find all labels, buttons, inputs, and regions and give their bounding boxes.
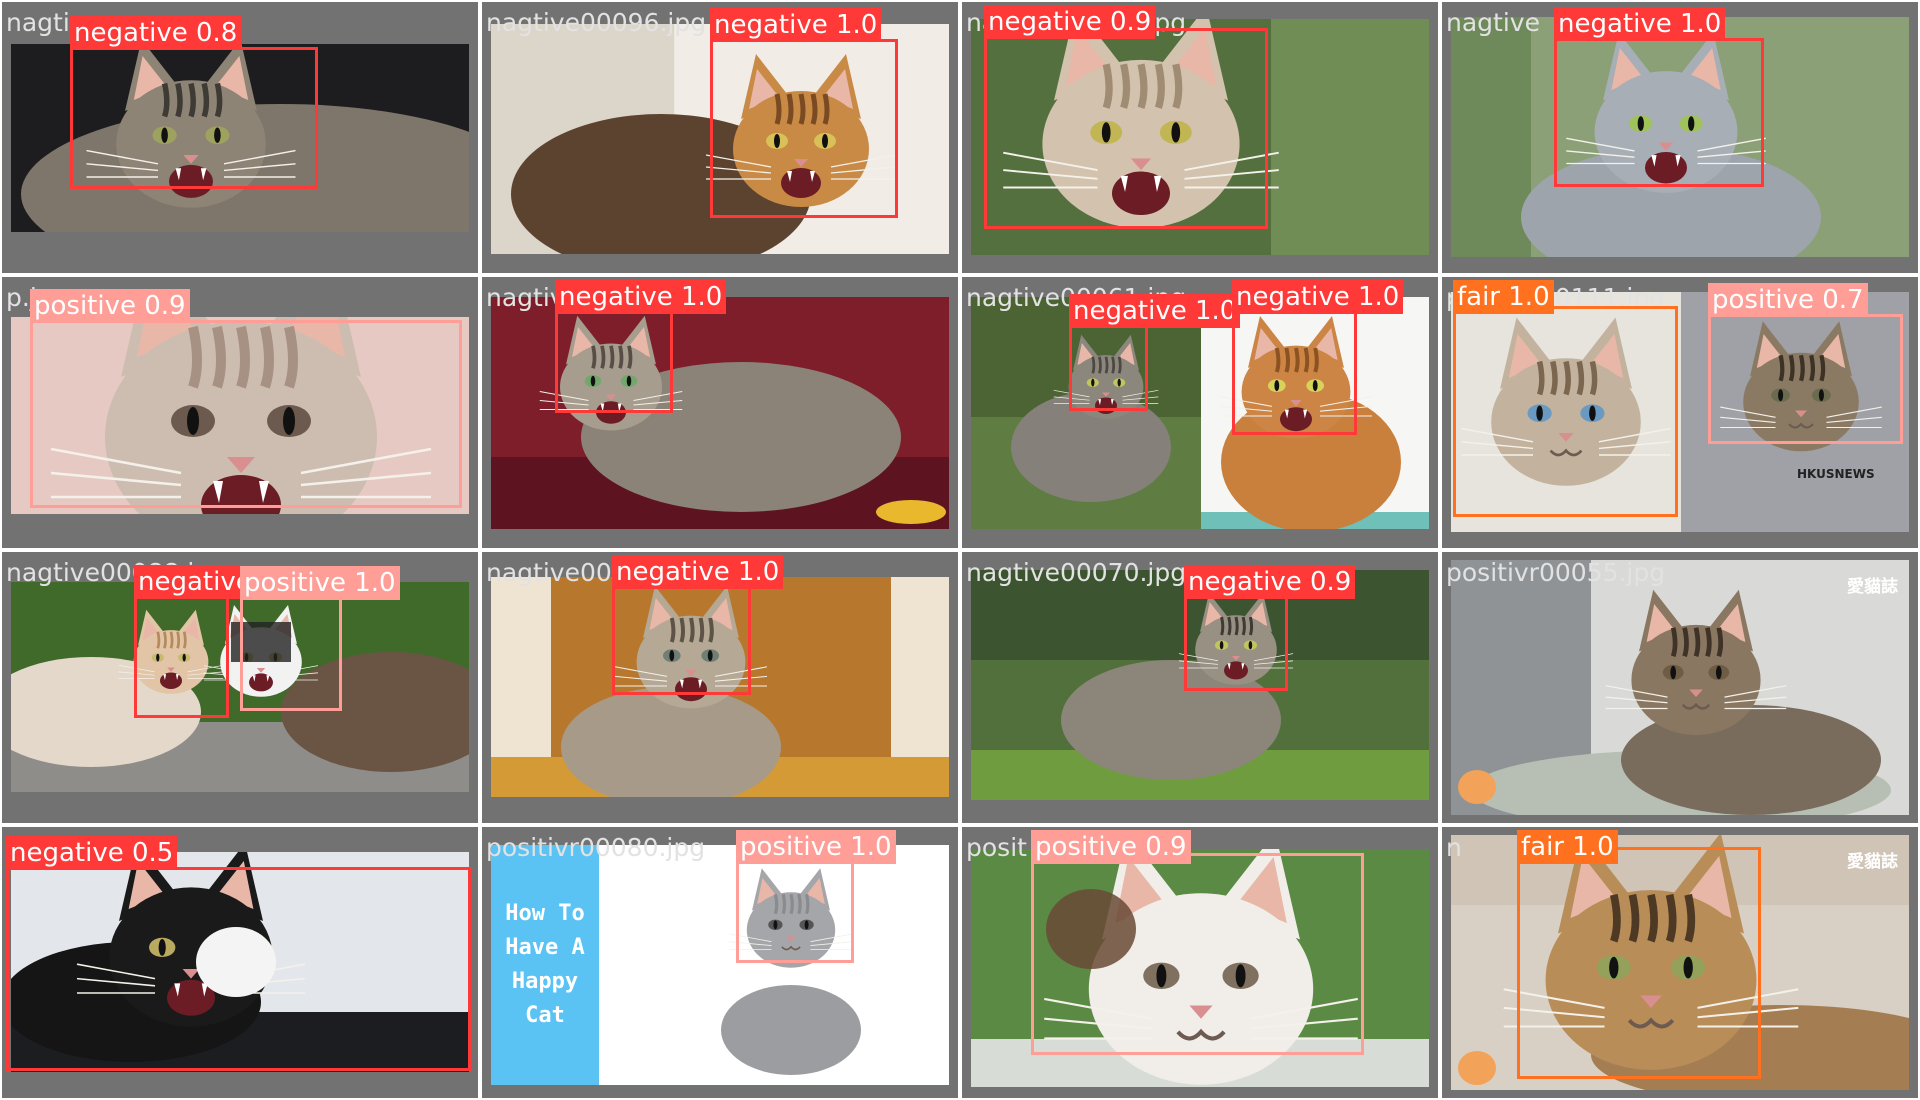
prediction-tile: nagtive00077.jpgnegative 0.9 [962, 2, 1438, 273]
detection-label: negative 1.0 [555, 280, 727, 314]
prediction-tile: nagtive negative 1.0 [1442, 2, 1918, 273]
detection-label: negative 0.9 [984, 5, 1156, 39]
prediction-tile: p.jpgpositive 0.9 [2, 277, 478, 548]
detection-label: positive 0.9 [1031, 830, 1191, 864]
prediction-tile: positivr00080.jpg How To Have A Happy Cat pos… [482, 827, 958, 1098]
tile-photo: How To Have A Happy Cat [491, 845, 949, 1085]
tile-filename: posit [966, 833, 1027, 862]
article-banner: How To Have A Happy Cat [491, 845, 599, 1085]
detection-box: negative 0.8 [70, 16, 318, 189]
cat-logo-icon [1458, 770, 1496, 804]
detection-box: fair 1.0 [1517, 830, 1761, 1079]
prediction-tile: nagtive00023.jpgnegative 1.0 [482, 277, 958, 548]
prediction-tile: positivr00111.jpg HKUSNEWS fair 1.0 positiv… [1442, 277, 1918, 548]
tile-filename: positivr00080.jpg [486, 833, 706, 862]
detection-box: negative 1.0 [1232, 280, 1404, 435]
detection-box: positive 1.0 [240, 566, 400, 711]
prediction-tile: posit positive 0.9 [962, 827, 1438, 1098]
detection-box: negative 0.9 [134, 565, 306, 718]
detection-label: negative 0.9 [1184, 565, 1356, 599]
detection-box: positive 1.0 [736, 830, 896, 963]
banner-line: Happy [511, 969, 579, 994]
prediction-mosaic: nagtive negative 0.8 nagtive00096.jpg negat… [0, 0, 1920, 1100]
detection-label: negative 1.0 [1069, 294, 1241, 328]
prediction-tile: nagtive00070.jpg negative 0.9 [962, 552, 1438, 823]
banner-line: How To [505, 901, 585, 926]
prediction-tile: nagtive negative 0.8 [2, 2, 478, 273]
detection-label: positive 0.7 [1708, 283, 1868, 317]
tile-photo [1451, 560, 1909, 815]
prediction-tile: nagtive00061.jpgnegative 1.0negative 1.0 [962, 277, 1438, 548]
detection-label: positive 1.0 [736, 830, 896, 864]
tile-photo [971, 297, 1429, 529]
detection-box: negative 1.0 [710, 8, 898, 218]
detection-box: positive 0.9 [30, 289, 462, 508]
detection-box: negative 0.5 [6, 836, 471, 1071]
detection-label: positive 1.0 [240, 566, 400, 600]
detection-label: positive 0.9 [30, 289, 190, 323]
prediction-tile: nagtive00088.jpg negative 0.9 positive 1.0 [2, 552, 478, 823]
detection-label: negative 1.0 [1232, 280, 1404, 314]
detection-box: fair 1.0 [1453, 280, 1678, 517]
detection-box: positive 0.9 [1031, 830, 1364, 1055]
tile-filename: n [1446, 833, 1462, 862]
tile-filename: positivr00055.jpg [1446, 558, 1666, 587]
tile-filename: nagtive [1446, 8, 1540, 37]
detection-label: negative 1.0 [612, 555, 784, 589]
detection-box: negative 0.9 [984, 5, 1268, 229]
detection-box: negative 0.9 [1184, 565, 1356, 691]
watermark-text: HKUSNEWS [1797, 467, 1875, 481]
detection-box: negative 1.0 [555, 280, 727, 413]
detection-box: positive 0.7 [1708, 283, 1903, 444]
detection-label: negative 1.0 [1554, 7, 1726, 41]
detection-box: negative 1.0 [1069, 294, 1241, 411]
detection-label: fair 1.0 [1453, 280, 1554, 314]
prediction-tile: nagtive00026.jpg negative 1.0 [482, 552, 958, 823]
detection-label: negative 0.5 [6, 836, 178, 870]
detection-label: negative 0.8 [70, 16, 242, 50]
cat-logo-icon [1458, 1051, 1496, 1085]
banner-line: Cat [525, 1003, 565, 1028]
prediction-tile: positivr00055.jpg 愛貓誌 [1442, 552, 1918, 823]
prediction-tile: n 愛貓誌 fair 1.0 [1442, 827, 1918, 1098]
tile-filename: nagtive00070.jpg [966, 558, 1187, 587]
detection-label: fair 1.0 [1517, 830, 1618, 864]
detection-box: negative 1.0 [1554, 7, 1764, 187]
detection-label: negative 1.0 [710, 8, 882, 42]
detection-box: negative 1.0 [612, 555, 784, 695]
watermark-text: 愛貓誌 [1847, 852, 1898, 872]
banner-line: Have A [505, 935, 585, 960]
tile-filename: nagtive00096.jpg [486, 8, 707, 37]
prediction-tile: 9.jpgnegative 0.5 [2, 827, 478, 1098]
watermark-text: 愛貓誌 [1847, 577, 1898, 597]
prediction-tile: nagtive00096.jpg negative 1.0 [482, 2, 958, 273]
